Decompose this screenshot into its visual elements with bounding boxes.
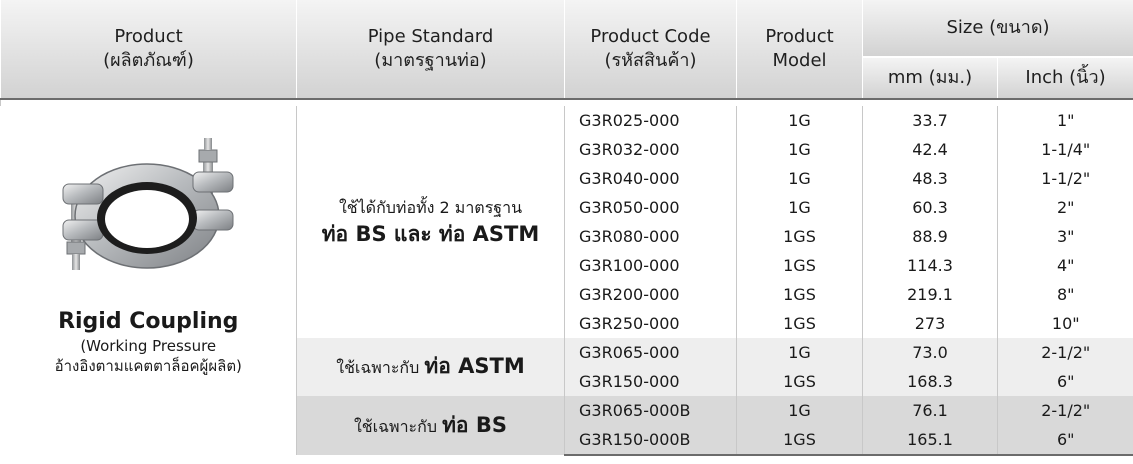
product-code: G3R150-000 <box>564 367 737 396</box>
product-name: Rigid Coupling <box>58 309 239 334</box>
size-mm: 88.9 <box>862 222 998 251</box>
product-model: 1G <box>736 338 863 367</box>
col-header-product-thai: (ผลิตภัณฑ์) <box>103 50 194 71</box>
product-code: G3R025-000 <box>564 106 737 135</box>
product-code: G3R150-000B <box>564 425 737 456</box>
size-inch: 6" <box>997 425 1133 456</box>
product-code: G3R065-000 <box>564 338 737 367</box>
size-inch: 4" <box>997 251 1133 280</box>
size-mm: 73.0 <box>862 338 998 367</box>
size-inch: 8" <box>997 280 1133 309</box>
col-header-pipe-standard: Pipe Standard (มาตรฐานท่อ) <box>296 0 565 100</box>
col-header-mm: mm (มม.) <box>862 57 998 100</box>
standard-cell-both: ใช้ได้กับท่อทั้ง 2 มาตรฐาน ท่อ BS และ ท่… <box>296 106 565 338</box>
product-model: 1GS <box>736 280 863 309</box>
product-code: G3R032-000 <box>564 135 737 164</box>
product-code: G3R040-000 <box>564 164 737 193</box>
col-header-product-code-thai: (รหัสสินค้า) <box>604 50 697 71</box>
size-inch: 2" <box>997 193 1133 222</box>
product-cell: Rigid Coupling (Working Pressure อ้างอิง… <box>1 106 297 455</box>
col-header-product-model: Product Model <box>736 0 863 100</box>
product-note-line1: (Working Pressure <box>80 337 217 355</box>
size-inch: 2-1/2" <box>997 338 1133 367</box>
product-code: G3R065-000B <box>564 396 737 425</box>
product-code: G3R080-000 <box>564 222 737 251</box>
product-code: G3R050-000 <box>564 193 737 222</box>
product-model: 1G <box>736 106 863 135</box>
standard-astm-bold: ท่อ ASTM <box>424 354 525 378</box>
col-header-product-model-line1: Product <box>765 26 834 47</box>
size-mm: 33.7 <box>862 106 998 135</box>
size-mm: 114.3 <box>862 251 998 280</box>
standard-bs-prefix: ใช้เฉพาะกับ <box>353 416 437 436</box>
size-mm: 219.1 <box>862 280 998 309</box>
product-code: G3R200-000 <box>564 280 737 309</box>
size-mm: 273 <box>862 309 998 338</box>
size-mm: 48.3 <box>862 164 998 193</box>
product-model: 1GS <box>736 251 863 280</box>
standard-astm-prefix: ใช้เฉพาะกับ <box>336 358 420 377</box>
product-model: 1GS <box>736 309 863 338</box>
table-row: Rigid Coupling (Working Pressure อ้างอิง… <box>1 106 1133 375</box>
size-inch: 3" <box>997 222 1133 251</box>
product-model: 1G <box>736 193 863 222</box>
grooved-coupling-icon <box>62 138 234 270</box>
standard-both-line2: ท่อ BS และ ท่อ ASTM <box>321 222 540 246</box>
product-note-line2: อ้างอิงตามแคตตาล็อคผู้ผลิต) <box>54 357 242 375</box>
size-mm: 76.1 <box>862 396 998 425</box>
product-spec-sheet: Product (ผลิตภัณฑ์) Pipe Standard (มาตรฐ… <box>0 0 1133 464</box>
size-mm: 60.3 <box>862 193 998 222</box>
size-inch: 1-1/4" <box>997 135 1133 164</box>
size-inch: 10" <box>997 309 1133 338</box>
product-model: 1G <box>736 164 863 193</box>
col-header-size: Size (ขนาด) <box>862 0 1133 58</box>
size-inch: 6" <box>997 367 1133 396</box>
standard-cell-astm: ใช้เฉพาะกับ ท่อ ASTM <box>296 338 565 396</box>
standard-cell-bs: ใช้เฉพาะกับ ท่อ BS <box>296 396 565 455</box>
col-header-product-code: Product Code (รหัสสินค้า) <box>564 0 737 100</box>
col-header-pipe-standard-thai: (มาตรฐานท่อ) <box>374 50 487 71</box>
col-header-product: Product (ผลิตภัณฑ์) <box>0 0 297 100</box>
size-inch: 2-1/2" <box>997 396 1133 425</box>
col-header-inch: Inch (นิ้ว) <box>997 57 1133 100</box>
size-inch: 1" <box>997 106 1133 135</box>
size-mm: 165.1 <box>862 425 998 456</box>
product-model: 1G <box>736 135 863 164</box>
size-mm: 42.4 <box>862 135 998 164</box>
product-code: G3R250-000 <box>564 309 737 338</box>
size-inch: 1-1/2" <box>997 164 1133 193</box>
standard-bs-bold: ท่อ BS <box>442 412 507 437</box>
product-code: G3R100-000 <box>564 251 737 280</box>
size-mm: 168.3 <box>862 367 998 396</box>
product-model: 1GS <box>736 425 863 456</box>
col-header-pipe-standard-label: Pipe Standard <box>367 26 494 47</box>
product-model: 1G <box>736 396 863 425</box>
col-header-product-code-label: Product Code <box>590 26 711 47</box>
spec-table: Product (ผลิตภัณฑ์) Pipe Standard (มาตรฐ… <box>0 0 1133 456</box>
col-header-product-label: Product <box>114 26 183 47</box>
col-header-product-model-line2: Model <box>772 50 827 71</box>
standard-both-line1: ใช้ได้กับท่อทั้ง 2 มาตรฐาน <box>338 198 523 217</box>
spec-table-body: Rigid Coupling (Working Pressure อ้างอิง… <box>1 106 1133 456</box>
header-divider <box>0 98 1133 106</box>
product-model: 1GS <box>736 222 863 251</box>
product-model: 1GS <box>736 367 863 396</box>
